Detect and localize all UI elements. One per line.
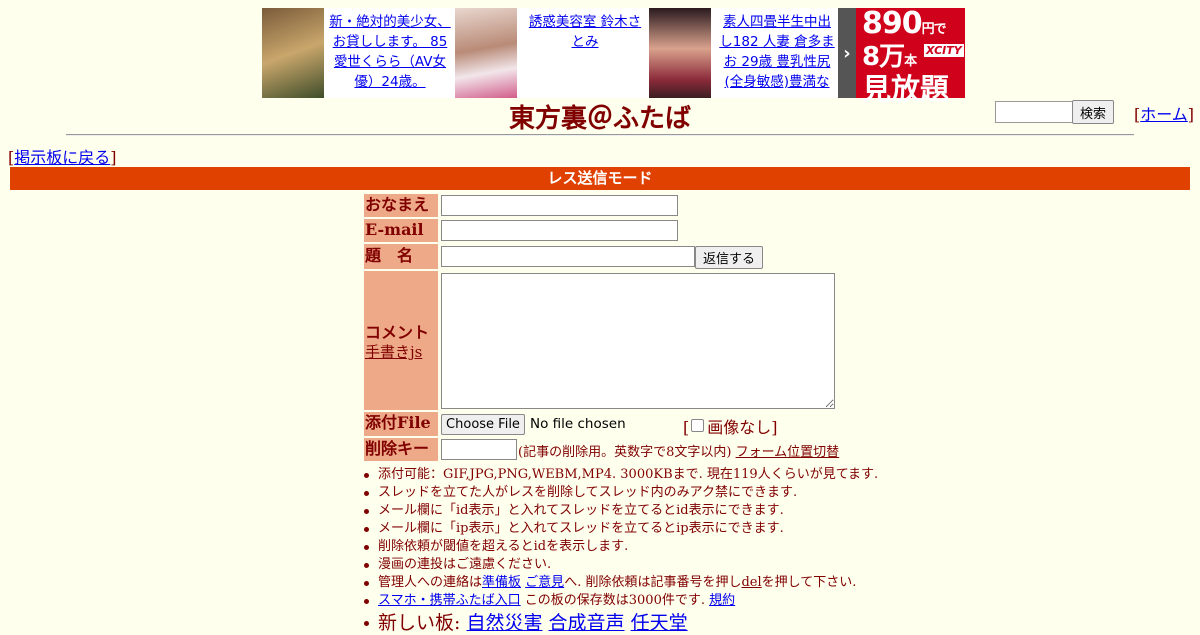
file-label: 添付File [364,412,438,436]
form-position-toggle-link[interactable]: フォーム位置切替 [736,445,840,460]
reply-submit-button[interactable]: 返信する [695,246,763,269]
ad-banner: 新・絶対的美少女、お貸しします。 85 愛世くらら（AV女優）24歳。 誘惑美容… [262,6,965,106]
list-item: 管理人への連絡は準備板 ご意見へ. 削除依頼は記事番号を押しdelを押して下さい… [363,574,878,592]
search-input[interactable] [995,101,1075,123]
list-item: 漫画の連投はご遠慮ください. [363,556,878,574]
choose-file-button[interactable]: Choose File [441,414,525,435]
email-label: E-mail [364,219,438,242]
home-link[interactable]: ホーム [1140,105,1188,124]
promo-banner[interactable]: 890円で 8万本 XCITY 見放題 [856,6,965,106]
ad-item[interactable]: 素人四畳半生中出し182 人妻 倉多まお 29歳 豊乳性尻(全身敏感)豊満な [649,8,838,98]
delete-key-field[interactable] [441,439,517,460]
comment-textarea[interactable] [441,273,835,409]
promo-price-unit: 円で [921,22,947,37]
feedback-link[interactable]: ご意見 [525,575,564,590]
terms-link[interactable]: 規約 [709,593,735,608]
prep-board-link[interactable]: 準備板 [482,575,521,590]
list-item: 新しい板: 自然災害 合成音声 任天堂 [363,611,878,635]
comment-label-cell: コメント 手書きjs [364,271,438,410]
chevron-right-icon[interactable]: › [838,8,856,98]
mobile-entrance-link[interactable]: スマホ・携帯ふたば入口 [378,593,521,608]
delete-key-note: (記事の削除用。英数字で8文字以内) フォーム位置切替 [518,445,840,460]
list-item: スマホ・携帯ふたば入口 この板の保存数は3000件です. 規約 [363,592,878,610]
ad-link[interactable]: 素人四畳半生中出し182 人妻 倉多まお 29歳 豊乳性尻(全身敏感)豊満な [711,8,835,98]
ad-item[interactable]: 誘惑美容室 鈴木さとみ [455,8,649,98]
subject-field[interactable] [441,246,695,267]
back-nav: [掲示板に戻る] [8,148,117,167]
name-label: おなまえ [364,194,438,217]
new-board-link[interactable]: 自然災害 [466,612,542,634]
home-nav: [ホーム] [1134,105,1195,124]
del-link[interactable]: del [741,575,761,590]
comment-label: コメント [365,323,430,342]
subject-label: 題 名 [364,244,438,269]
no-image-option: [画像なし] [683,418,778,437]
name-field[interactable] [441,195,678,216]
ad-link[interactable]: 誘惑美容室 鈴木さとみ [517,8,647,98]
list-item: 添付可能：GIF,JPG,PNG,WEBM,MP4. 3000KBまで. 現在1… [363,467,879,482]
ad-thumbnail[interactable] [262,8,324,98]
ad-link[interactable]: 新・絶対的美少女、お貸しします。 85 愛世くらら（AV女優）24歳。 [324,8,452,98]
promo-ad[interactable]: › 890円で 8万本 XCITY 見放題 [838,6,965,106]
list-item: メール欄に「ip表示」と入れてスレッドを立てるとip表示にできます. [363,520,878,538]
divider [66,134,1134,136]
back-to-board-link[interactable]: 掲示板に戻る [14,148,110,167]
delete-key-label: 削除キー [364,438,438,461]
list-item: スレッドを立てた人がレスを削除してスレッド内のみアク禁にできます. [363,484,878,502]
email-field[interactable] [441,220,678,241]
new-board-link[interactable]: 合成音声 [549,612,625,634]
no-image-label: 画像なし [707,418,772,437]
list-item: メール欄に「id表示」と入れてスレッドを立てるとid表示にできます. [363,502,878,520]
list-item: 削除依頼が閾値を超えるとidを表示します. [363,538,878,556]
handwrite-js-link[interactable]: 手書きjs [365,341,422,362]
ad-item[interactable]: 新・絶対的美少女、お貸しします。 85 愛世くらら（AV女優）24歳。 [262,8,455,98]
ad-thumbnail[interactable] [455,8,517,98]
promo-brand-logo: XCITY [924,44,964,57]
search-button[interactable]: 検索 [1072,100,1114,124]
new-board-link[interactable]: 任天堂 [631,612,688,634]
file-status: No file chosen [530,416,626,432]
no-image-checkbox[interactable] [691,419,705,432]
reply-mode-bar: レス送信モード [10,167,1190,190]
ad-thumbnail[interactable] [649,8,711,98]
notice-list: 添付可能：GIF,JPG,PNG,WEBM,MP4. 3000KBまで. 現在1… [363,466,879,635]
